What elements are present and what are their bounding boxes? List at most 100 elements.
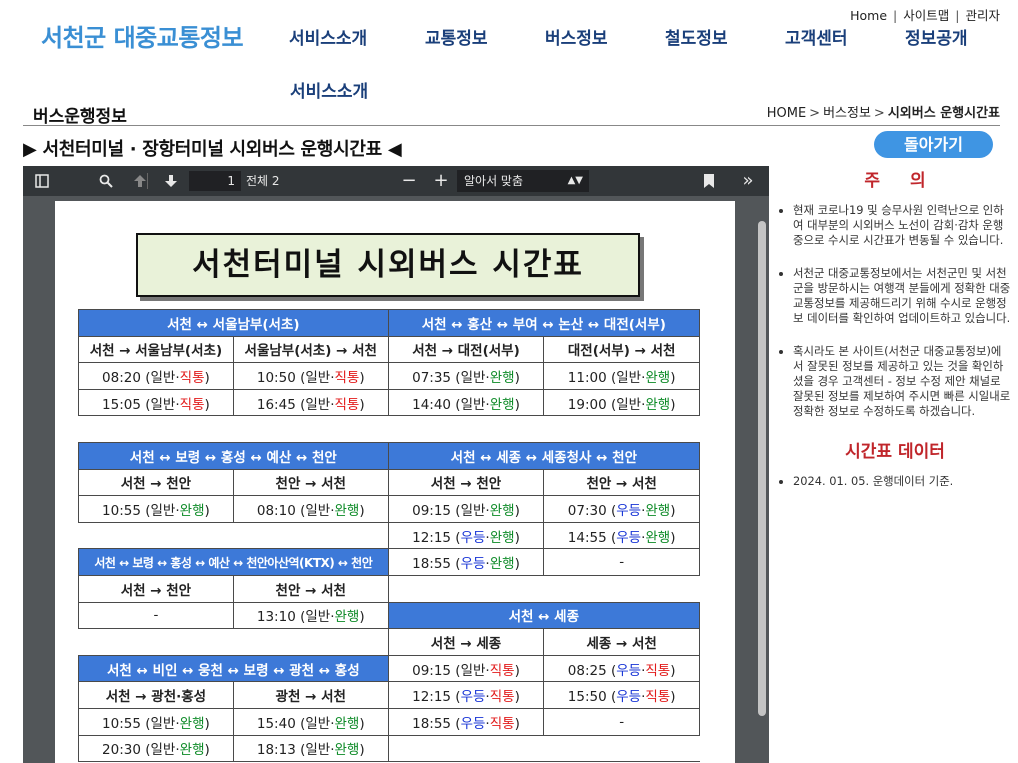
page-number-input[interactable]: 1 [189, 171, 241, 191]
bus-grade: 우등 [616, 502, 642, 519]
tools-menu-icon[interactable]: » [735, 166, 761, 196]
pdf-viewer: 1 전체 2 − + 알아서 맞춤 ▲▼ » 서천터미널 시외버스 시간표 서천 … [23, 166, 769, 763]
paren: ) [670, 396, 676, 413]
paren: ) [514, 715, 520, 732]
paren: ) [359, 715, 365, 732]
bus-grade: 우등 [616, 689, 642, 706]
service-type: 완행 [645, 369, 671, 386]
prev-page-icon[interactable] [129, 166, 151, 196]
bus-grade: 일반 [460, 369, 486, 386]
departure-time: 18:13 ( [256, 742, 306, 759]
departure-cell: 10:55 (일반·완행) [78, 495, 234, 523]
direction-header: 서천 → 천안 [78, 574, 234, 603]
service-type: 완행 [334, 742, 360, 759]
paren: ) [204, 396, 210, 413]
departure-time: 09:15 ( [412, 502, 461, 519]
divider [23, 125, 1000, 126]
direction-header: 서천 → 천안 [78, 468, 234, 497]
departure-time: 11:00 ( [567, 369, 617, 386]
list-item: 서천군 대중교통정보에서는 서천군민 및 서천군을 방문하시는 여행객 분들에게… [793, 266, 1011, 326]
departure-cell: 08:10 (일반·완행) [232, 495, 389, 523]
sitemap-link[interactable]: 사이트맵 [903, 8, 949, 23]
caution-title: 주 의 [864, 171, 938, 191]
zoom-select[interactable]: 알아서 맞춤 ▲▼ [457, 170, 589, 192]
table-row: 서천 → 서울남부(서초) 서울남부(서초) → 서천 서천 → 대전(서부) 대전(… [78, 335, 700, 364]
paren: ) [359, 396, 365, 413]
service-type: 직통 [645, 689, 671, 706]
service-type: 직통 [489, 689, 515, 706]
departure-time: 07:30 ( [567, 502, 617, 519]
next-page-icon[interactable] [160, 166, 182, 196]
nav-info-disclosure[interactable]: 정보공개 [905, 24, 968, 49]
bookmark-icon[interactable] [699, 166, 719, 196]
departure-time: 10:55 ( [102, 715, 151, 732]
bus-grade: 일반 [150, 369, 176, 386]
search-icon[interactable] [95, 166, 117, 196]
data-list: 2024. 01. 05. 운행데이터 기준. [779, 474, 1011, 489]
route-header: 서천 ↔ 서울남부(서초) [78, 309, 389, 337]
paren: ) [204, 369, 210, 386]
bus-grade: 우등 [460, 529, 486, 546]
route-header: 서천 ↔ 세종 [387, 601, 701, 630]
breadcrumb-bus-info[interactable]: 버스정보 [823, 106, 871, 121]
departure-cell: 20:30 (일반·완행) [78, 734, 234, 763]
departure-time: 15:05 ( [102, 396, 151, 413]
service-type: 완행 [334, 609, 360, 626]
departure-time: 12:15 ( [412, 529, 461, 546]
zoom-out-icon[interactable]: − [399, 166, 419, 196]
nav-bus-info[interactable]: 버스정보 [545, 24, 608, 49]
admin-link[interactable]: 관리자 [965, 8, 1000, 23]
sub-nav-service-intro[interactable]: 서비스소개 [290, 77, 368, 102]
breadcrumb-home[interactable]: HOME [767, 106, 806, 121]
nav-customer-center[interactable]: 고객센터 [785, 24, 848, 49]
service-type: 완행 [179, 502, 205, 519]
service-type: 완행 [179, 715, 205, 732]
direction-header: 서천 → 천안 [387, 468, 545, 497]
site-logo[interactable]: 서천군 대중교통정보 [41, 18, 244, 53]
departure-time: 15:50 ( [567, 689, 617, 706]
scrollbar-thumb[interactable] [758, 221, 766, 716]
list-item: 혹시라도 본 사이트(서천군 대중교통정보)에서 잘못된 정보를 제공하고 있는… [793, 344, 1011, 419]
nav-traffic-info[interactable]: 교통정보 [425, 24, 488, 49]
paren: ) [514, 556, 520, 573]
table-cell: - [78, 601, 234, 630]
departure-time: 10:50 ( [256, 369, 306, 386]
nav-rail-info[interactable]: 철도정보 [665, 24, 728, 49]
table-row: 10:55 (일반·완행) 15:40 (일반·완행) 18:55 (우등·직통) - [78, 707, 700, 736]
breadcrumb-separator: > [873, 106, 885, 121]
direction-header: 세종 → 서천 [543, 628, 700, 656]
nav-service-intro[interactable]: 서비스소개 [289, 24, 367, 49]
departure-cell: 08:25 (우등·직통) [543, 654, 700, 683]
bus-grade: 일반 [305, 369, 331, 386]
departure-cell: 14:55 (우등·완행) [543, 521, 700, 550]
departure-cell: 15:50 (우등·직통) [543, 681, 700, 709]
bus-grade: 우등 [460, 715, 486, 732]
departure-cell: 19:00 (일반·완행) [543, 388, 700, 417]
departure-time: 09:15 ( [412, 662, 461, 679]
bus-grade: 일반 [305, 502, 331, 519]
departure-cell: 15:05 (일반·직통) [78, 388, 234, 417]
paren: ) [204, 502, 210, 519]
info-panel: 주 의 현재 코로나19 및 승무사원 인력난으로 인하여 대부분의 시외버스 … [779, 166, 1011, 507]
zoom-in-icon[interactable]: + [431, 166, 451, 196]
table-row: 10:55 (일반·완행) 08:10 (일반·완행) 09:15 (일반·완행) 0… [78, 495, 700, 523]
service-type: 완행 [489, 502, 515, 519]
paren: ) [359, 609, 365, 626]
table-row: 서천 → 세종 세종 → 서천 [78, 628, 700, 656]
breadcrumb-current: 시외버스 운행시간표 [887, 106, 1000, 121]
empty-cell [78, 521, 389, 550]
departure-cell: 13:10 (일반·완행) [232, 601, 389, 630]
service-type: 완행 [645, 502, 671, 519]
departure-time: 20:30 ( [102, 742, 151, 759]
service-type: 완행 [334, 715, 360, 732]
back-button[interactable]: 돌아가기 [874, 131, 993, 158]
paren: ) [670, 662, 676, 679]
route-header: 서천 ↔ 보령 ↔ 홍성 ↔ 예산 ↔ 천안 [78, 441, 389, 470]
service-type: 완행 [645, 396, 671, 413]
bus-grade: 일반 [305, 396, 331, 413]
direction-header: 서천 → 세종 [387, 628, 545, 656]
departure-time: 19:00 ( [567, 396, 617, 413]
sidebar-toggle-icon[interactable] [31, 166, 53, 196]
bus-grade: 일반 [150, 502, 176, 519]
home-link[interactable]: Home [850, 8, 887, 23]
